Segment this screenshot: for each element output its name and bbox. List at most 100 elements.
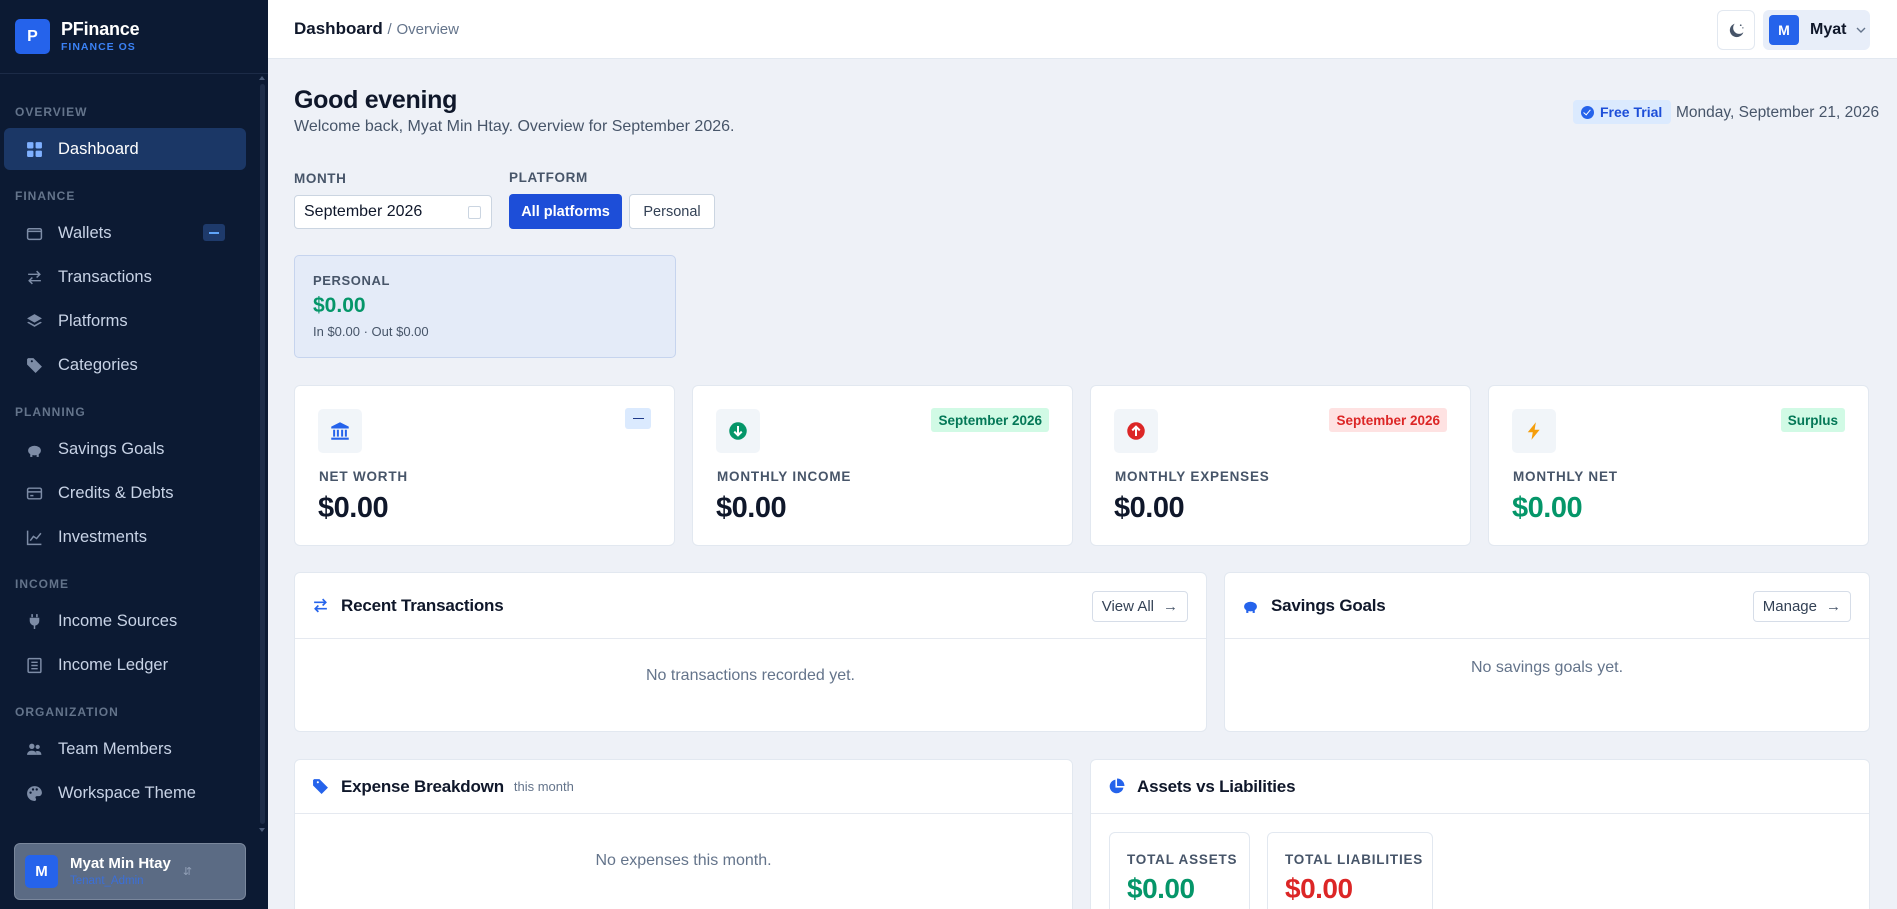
sidebar-item-platforms[interactable]: Platforms	[4, 300, 246, 342]
sidebar-item-label: Dashboard	[58, 139, 139, 158]
breadcrumb-main[interactable]: Dashboard	[294, 19, 383, 38]
platform-summary-card[interactable]: PERSONAL $0.00 In $0.00 · Out $0.00	[294, 255, 676, 358]
empty-state-message: No savings goals yet.	[1470, 659, 1624, 676]
recent-transactions-panel: Recent Transactions View All → No transa…	[294, 572, 1207, 732]
sidebar-item-label: Team Members	[58, 739, 172, 758]
stat-value: $0.00	[318, 492, 389, 524]
breadcrumb-current: Overview	[396, 21, 459, 38]
credit-card-icon	[25, 484, 43, 502]
brand-subtitle: FINANCE OS	[61, 41, 136, 54]
calendar-icon[interactable]	[468, 206, 481, 219]
topbar: Dashboard / Overview M Myat	[268, 0, 1897, 59]
users-icon	[25, 740, 43, 758]
stat-status-badge: Surplus	[1780, 408, 1845, 432]
piggy-bank-icon	[1242, 597, 1259, 614]
collapse-toggle[interactable]	[625, 408, 651, 429]
ledger-icon	[25, 656, 43, 674]
sidebar-item-label: Credits & Debts	[58, 483, 174, 502]
brand-logo: P	[15, 19, 50, 54]
sidebar-item-label: Income Sources	[58, 611, 178, 630]
sidebar-item-investments[interactable]: Investments	[4, 516, 246, 558]
platform-label: PLATFORM	[509, 170, 588, 185]
platform-option-all[interactable]: All platforms	[509, 194, 622, 229]
platform-summary-detail: In $0.00 · Out $0.00	[313, 324, 429, 339]
arrow-right-icon: →	[1826, 598, 1841, 615]
status-badge: Free Trial	[1573, 100, 1672, 124]
sidebar-item-workspace-theme[interactable]: Workspace Theme	[4, 772, 246, 814]
theme-toggle-button[interactable]	[1717, 10, 1755, 50]
total-liabilities-label: TOTAL LIABILITIES	[1285, 852, 1424, 867]
platform-summary-value: $0.00	[313, 294, 366, 317]
panel-title: Expense Breakdown	[341, 776, 504, 796]
sidebar-item-dashboard[interactable]: Dashboard	[4, 128, 246, 170]
nav-section-income: INCOME	[15, 577, 69, 591]
check-circle-icon	[1581, 105, 1594, 119]
platform-option-personal[interactable]: Personal	[629, 194, 715, 229]
empty-state-message: No expenses this month.	[595, 852, 772, 869]
sidebar-item-label: Income Ledger	[58, 655, 169, 674]
lightning-icon	[1527, 422, 1540, 440]
total-assets-card: TOTAL ASSETS $0.00	[1109, 832, 1250, 909]
total-liabilities-card: TOTAL LIABILITIES $0.00	[1267, 832, 1433, 909]
sidebar-item-wallets[interactable]: Wallets	[4, 212, 246, 254]
sidebar-item-categories[interactable]: Categories	[4, 344, 246, 386]
panel-title: Savings Goals	[1271, 595, 1386, 615]
view-all-button[interactable]: View All →	[1091, 591, 1188, 622]
arrow-right-icon: →	[1163, 598, 1178, 615]
current-date: Monday, September 21, 2026	[1676, 104, 1880, 121]
savings-goals-panel: Savings Goals Manage → No savings goals …	[1224, 572, 1870, 732]
breadcrumb-separator: /	[387, 21, 392, 38]
avatar: M	[1769, 15, 1799, 45]
tag-icon	[25, 356, 43, 374]
sidebar-item-transactions[interactable]: Transactions	[4, 256, 246, 298]
tag-icon	[312, 778, 329, 795]
total-liabilities-value: $0.00	[1285, 873, 1353, 904]
sidebar-item-label: Transactions	[58, 267, 152, 286]
swap-arrows-icon	[25, 268, 43, 286]
month-label: MONTH	[294, 171, 347, 186]
sidebar-item-label: Investments	[58, 527, 147, 546]
sidebar-item-label: Savings Goals	[58, 439, 165, 458]
arrow-down-circle-icon	[729, 422, 747, 440]
month-value: September 2026	[304, 203, 423, 220]
layers-icon	[25, 312, 43, 330]
sidebar-item-label: Platforms	[58, 311, 128, 330]
profile-menu-button[interactable]: M Myat	[1763, 10, 1870, 50]
stat-value: $0.00	[716, 492, 787, 524]
sidebar-user-card[interactable]: M Myat Min Htay Tenant_Admin ⇵	[14, 843, 246, 900]
brand-name: PFinance	[61, 19, 140, 40]
sidebar: P PFinance FINANCE OS OVERVIEW Dashboard…	[0, 0, 268, 909]
collapse-badge[interactable]	[203, 224, 225, 241]
piggy-bank-icon	[25, 440, 43, 458]
sidebar-item-credits-debts[interactable]: Credits & Debts	[4, 472, 246, 514]
manage-button[interactable]: Manage →	[1752, 591, 1851, 622]
trial-badge-label: Free Trial	[1600, 104, 1663, 120]
platform-summary-title: PERSONAL	[313, 273, 391, 288]
panel-title: Recent Transactions	[341, 595, 504, 615]
stat-title: MONTHLY NET	[1513, 469, 1618, 484]
sidebar-item-savings-goals[interactable]: Savings Goals	[4, 428, 246, 470]
sidebar-item-income-sources[interactable]: Income Sources	[4, 600, 246, 642]
nav-section-overview: OVERVIEW	[15, 105, 88, 119]
stat-card-net-worth: NET WORTH $0.00	[294, 385, 675, 546]
user-name: Myat Min Htay	[70, 854, 171, 872]
sidebar-item-income-ledger[interactable]: Income Ledger	[4, 644, 246, 686]
chevron-down-icon	[1856, 27, 1866, 33]
stat-card-monthly-income: September 2026 MONTHLY INCOME $0.00	[692, 385, 1073, 546]
sidebar-item-team-members[interactable]: Team Members	[4, 728, 246, 770]
sidebar-item-label: Workspace Theme	[58, 783, 196, 802]
palette-icon	[25, 784, 43, 802]
stat-card-monthly-expenses: September 2026 MONTHLY EXPENSES $0.00	[1090, 385, 1471, 546]
stat-period-badge: September 2026	[931, 408, 1049, 432]
arrow-up-circle-icon	[1127, 422, 1145, 440]
nav-section-finance: FINANCE	[15, 189, 76, 203]
sidebar-scrollbar[interactable]	[259, 76, 265, 832]
breadcrumb: Dashboard / Overview	[294, 19, 459, 39]
plug-icon	[25, 612, 43, 630]
user-role: Tenant_Admin	[70, 874, 144, 887]
stat-title: MONTHLY EXPENSES	[1115, 469, 1270, 484]
month-picker-input[interactable]: September 2026	[294, 195, 492, 229]
sidebar-item-label: Wallets	[58, 223, 112, 242]
brand: P PFinance FINANCE OS	[0, 0, 268, 74]
panel-subtitle: this month	[513, 779, 574, 794]
